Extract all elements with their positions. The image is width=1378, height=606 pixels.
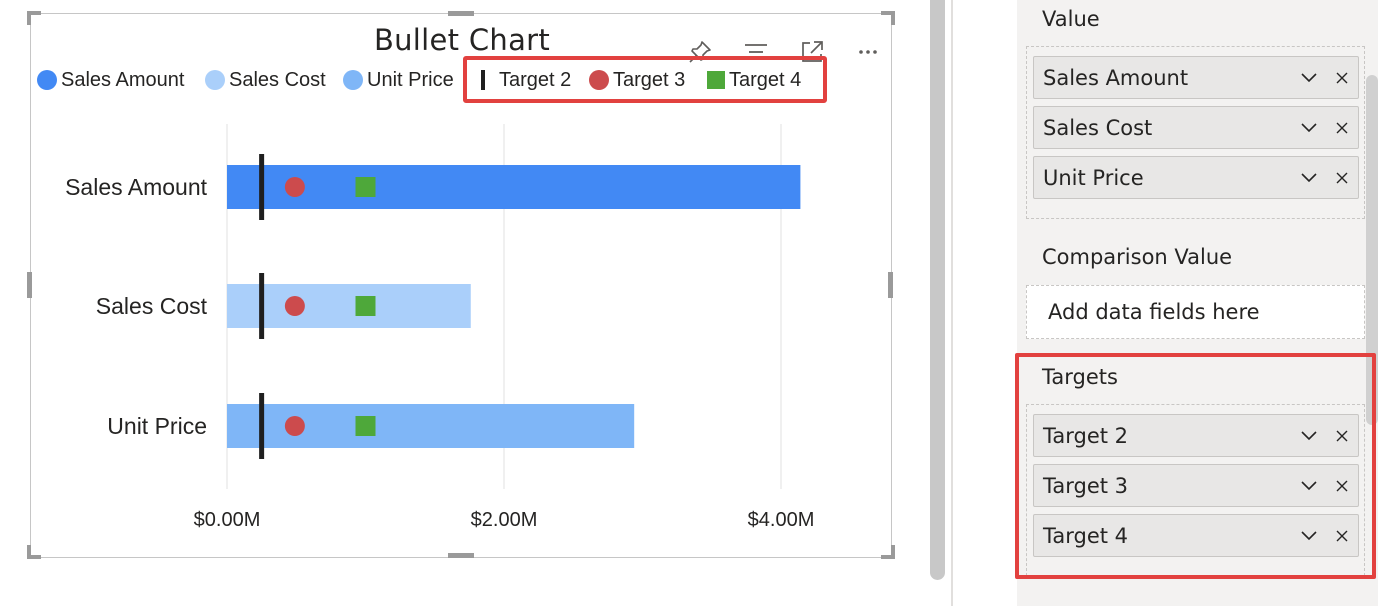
legend-label: Sales Cost <box>229 68 326 91</box>
field-pill-label: Sales Cost <box>1043 116 1153 140</box>
field-pill-label: Target 4 <box>1043 524 1129 548</box>
legend-item-sales-amount[interactable]: Sales Amount <box>37 66 184 94</box>
remove-field-icon[interactable] <box>1334 428 1350 444</box>
pane-divider[interactable] <box>951 0 953 606</box>
target-marker-target-2[interactable] <box>259 154 265 220</box>
target-marker-target-3[interactable] <box>284 177 305 197</box>
x-tick-label: $4.00M <box>748 509 815 531</box>
remove-field-icon[interactable] <box>1334 170 1350 186</box>
target-marker-target-2[interactable] <box>259 273 265 339</box>
field-pill-label: Sales Amount <box>1043 66 1189 90</box>
legend-item-unit-price[interactable]: Unit Price <box>343 66 454 94</box>
chevron-down-icon[interactable] <box>1300 170 1318 186</box>
chevron-down-icon[interactable] <box>1300 478 1318 494</box>
x-tick-label: $0.00M <box>194 509 261 531</box>
remove-field-icon[interactable] <box>1334 528 1350 544</box>
target-marker-target-3[interactable] <box>284 296 305 316</box>
legend-circle-marker <box>205 70 225 90</box>
resize-handle-bottom-left[interactable] <box>27 545 41 559</box>
x-tick-label: $2.00M <box>471 509 538 531</box>
chart-plot-area: Sales Amount Sales Cost Unit Price $0.00M $2… <box>65 124 815 531</box>
comparison-well-label: Comparison Value <box>1042 245 1233 269</box>
legend-label: Target 4 <box>729 68 802 91</box>
canvas-scrollbar[interactable] <box>930 0 945 580</box>
target-marker-target-4[interactable] <box>355 296 376 316</box>
targets-well-label: Targets <box>1042 365 1118 389</box>
resize-handle-bottom[interactable] <box>448 553 474 558</box>
field-pill-label: Target 3 <box>1043 474 1129 498</box>
legend-label: Target 2 <box>499 68 572 91</box>
field-pill-unit-price[interactable]: Unit Price <box>1033 156 1359 199</box>
target-marker-target-2[interactable] <box>259 393 265 459</box>
remove-field-icon[interactable] <box>1334 70 1350 86</box>
field-pill-target-3[interactable]: Target 3 <box>1033 464 1359 507</box>
field-pill-sales-cost[interactable]: Sales Cost <box>1033 106 1359 149</box>
field-pill-sales-amount[interactable]: Sales Amount <box>1033 56 1359 99</box>
chevron-down-icon[interactable] <box>1300 528 1318 544</box>
value-well-label: Value <box>1042 7 1100 31</box>
bullet-chart-visual[interactable]: Bullet Chart Sales Amount Sales Cost Unit … <box>27 11 895 559</box>
bar-sales-amount[interactable] <box>227 165 801 209</box>
resize-handle-left[interactable] <box>27 272 32 298</box>
comparison-value-well[interactable]: Add data fields here <box>1026 285 1365 339</box>
chevron-down-icon[interactable] <box>1300 120 1318 136</box>
legend-item-target-3[interactable]: Target 3 <box>589 66 685 94</box>
remove-field-icon[interactable] <box>1334 478 1350 494</box>
field-pill-target-4[interactable]: Target 4 <box>1033 514 1359 557</box>
chevron-down-icon[interactable] <box>1300 70 1318 86</box>
field-pill-target-2[interactable]: Target 2 <box>1033 414 1359 457</box>
legend-square-marker <box>707 71 725 89</box>
legend-label: Sales Amount <box>61 68 185 91</box>
resize-handle-top[interactable] <box>448 11 474 16</box>
category-label: Sales Amount <box>65 174 208 200</box>
field-pill-label: Unit Price <box>1043 166 1144 190</box>
resize-handle-right[interactable] <box>888 272 893 298</box>
chevron-down-icon[interactable] <box>1300 428 1318 444</box>
category-label: Sales Cost <box>96 293 208 319</box>
legend-label: Target 3 <box>613 68 686 91</box>
legend-circle-marker <box>343 70 363 90</box>
legend-item-sales-cost[interactable]: Sales Cost <box>205 66 326 94</box>
resize-handle-top-left[interactable] <box>27 11 41 25</box>
target-marker-target-3[interactable] <box>284 416 305 436</box>
target-marker-target-4[interactable] <box>355 416 376 436</box>
legend-item-target-4[interactable]: Target 4 <box>707 66 801 94</box>
resize-handle-bottom-right[interactable] <box>881 545 895 559</box>
legend-label: Unit Price <box>367 68 454 91</box>
legend-circle-marker <box>37 70 57 90</box>
legend-item-target-2[interactable]: Target 2 <box>477 66 571 94</box>
category-label: Unit Price <box>107 413 207 439</box>
fields-pane-scrollbar[interactable] <box>1366 75 1378 425</box>
resize-handle-top-right[interactable] <box>881 11 895 25</box>
add-data-fields-placeholder: Add data fields here <box>1048 300 1260 324</box>
legend-line-marker <box>481 70 485 90</box>
remove-field-icon[interactable] <box>1334 120 1350 136</box>
field-pill-label: Target 2 <box>1043 424 1129 448</box>
legend-circle-marker <box>589 70 609 90</box>
target-marker-target-4[interactable] <box>355 177 376 197</box>
